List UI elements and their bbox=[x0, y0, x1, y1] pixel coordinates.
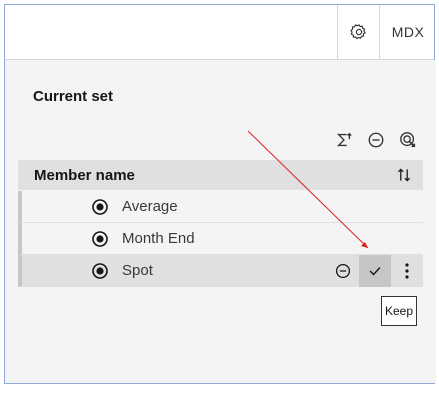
target-button[interactable] bbox=[397, 129, 419, 151]
overflow-menu-button[interactable] bbox=[391, 255, 423, 287]
member-label: Average bbox=[122, 198, 178, 215]
current-set-panel: Current set Member name Average Month En… bbox=[5, 60, 436, 383]
radio-selected-icon bbox=[92, 263, 108, 279]
sort-button[interactable] bbox=[393, 164, 415, 186]
row-actions bbox=[327, 255, 423, 287]
mdx-button[interactable]: MDX bbox=[379, 5, 436, 59]
top-toolbar: MDX bbox=[5, 5, 434, 60]
table-header: Member name bbox=[18, 160, 423, 190]
set-toolbar bbox=[333, 129, 419, 151]
keep-button[interactable] bbox=[359, 255, 391, 287]
gear-icon bbox=[349, 24, 366, 40]
list-item[interactable]: Month End bbox=[18, 223, 423, 255]
member-label: Spot bbox=[122, 262, 153, 279]
sum-button[interactable] bbox=[333, 129, 355, 151]
panel-title: Current set bbox=[33, 88, 114, 105]
remove-icon bbox=[368, 132, 384, 148]
keep-tooltip: Keep bbox=[381, 296, 417, 326]
remove-member-button[interactable] bbox=[327, 255, 359, 287]
column-header-member-name: Member name bbox=[34, 166, 135, 184]
checkmark-icon bbox=[369, 267, 381, 276]
overflow-menu-icon bbox=[405, 263, 409, 279]
radio-selected-icon bbox=[92, 199, 108, 215]
member-label: Month End bbox=[122, 230, 195, 247]
sort-icon bbox=[397, 168, 411, 182]
remove-icon bbox=[335, 263, 351, 279]
remove-button[interactable] bbox=[365, 129, 387, 151]
list-item-selected[interactable]: Spot bbox=[18, 255, 423, 287]
settings-button[interactable] bbox=[337, 5, 379, 59]
target-icon bbox=[400, 132, 416, 148]
radio-selected-icon bbox=[92, 231, 108, 247]
sum-icon bbox=[336, 132, 352, 147]
dialog-frame: MDX Current set Member name Average Mont… bbox=[4, 4, 436, 384]
list-item[interactable]: Average bbox=[18, 191, 423, 223]
